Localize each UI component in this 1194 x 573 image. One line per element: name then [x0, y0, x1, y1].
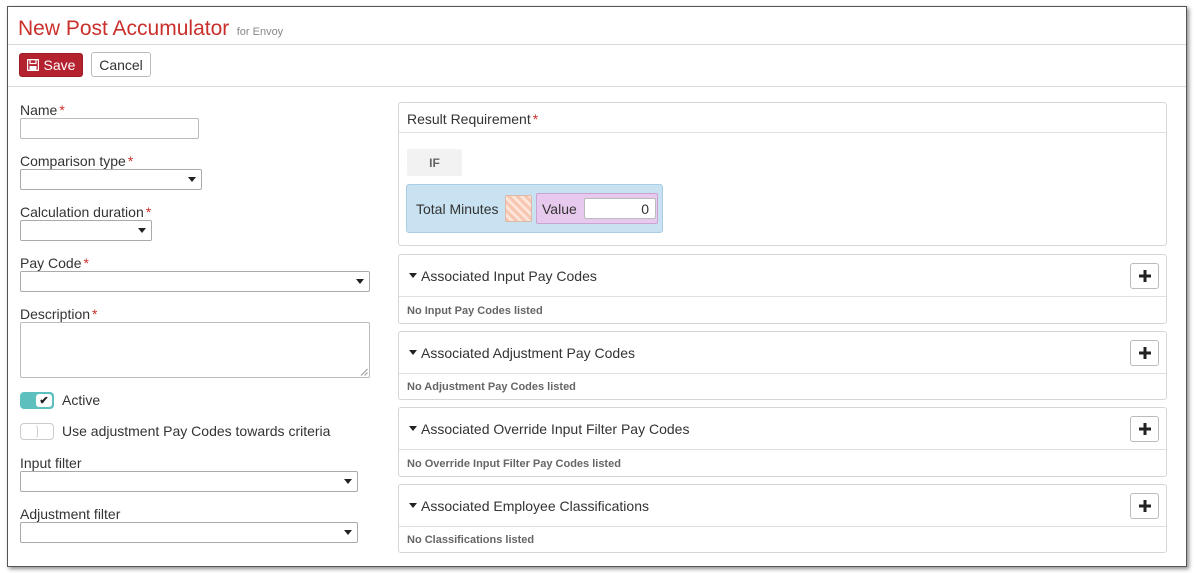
empty-message: No Adjustment Pay Codes listed [407, 381, 576, 393]
adjustment-filter-select[interactable] [20, 522, 358, 543]
caret-down-icon [409, 272, 417, 278]
panel-title[interactable]: Associated Override Input Filter Pay Cod… [409, 421, 689, 437]
panel-title[interactable]: Associated Employee Classifications [409, 498, 649, 514]
result-requirement-title-text: Result Requirement [407, 111, 531, 127]
condition-field-label: Total Minutes [416, 201, 499, 217]
save-button[interactable]: Save [19, 53, 83, 77]
toolbar: Save Cancel [8, 45, 1186, 87]
panel-header[interactable]: Associated Input Pay Codes [399, 255, 1166, 297]
condition-block[interactable]: Total Minutes Value 0 [406, 184, 663, 233]
result-requirement-header: Result Requirement * [399, 103, 1166, 133]
name-label-text: Name [20, 102, 58, 118]
chevron-down-icon [344, 479, 352, 484]
comparison-type-select[interactable] [20, 169, 202, 190]
empty-message: No Classifications listed [407, 534, 535, 546]
floppy-disk-icon [26, 59, 39, 71]
panel-header[interactable]: Associated Adjustment Pay Codes [399, 332, 1166, 374]
panel-title[interactable]: Associated Adjustment Pay Codes [409, 345, 635, 361]
add-input-pay-code-button[interactable] [1130, 263, 1159, 289]
chevron-down-icon [138, 228, 146, 233]
comparison-type-label-text: Comparison type [20, 153, 126, 169]
value-input[interactable]: 0 [584, 198, 656, 219]
comparison-type-label: Comparison type * [20, 153, 133, 169]
description-textarea[interactable] [20, 322, 370, 378]
panel-title-text: Associated Override Input Filter Pay Cod… [421, 421, 690, 437]
required-mark: * [532, 111, 539, 127]
caret-down-icon [409, 425, 417, 431]
chevron-down-icon [188, 177, 196, 182]
panel-title-text: Associated Employee Classifications [421, 498, 649, 514]
panel-title-text: Associated Input Pay Codes [421, 268, 597, 284]
panel-title[interactable]: Associated Input Pay Codes [409, 268, 597, 284]
panel-header[interactable]: Associated Override Input Filter Pay Cod… [399, 408, 1166, 450]
value-label: Value [542, 201, 577, 217]
if-block[interactable]: IF [407, 149, 462, 176]
caret-down-icon [409, 349, 417, 355]
page-title: New Post Accumulator [18, 17, 230, 40]
toggle-knob [22, 425, 38, 438]
pay-code-select[interactable] [20, 271, 370, 292]
name-label: Name * [20, 102, 65, 118]
active-toggle[interactable]: ✔ [20, 392, 54, 409]
add-classification-button[interactable] [1130, 493, 1159, 519]
pay-code-label-text: Pay Code [20, 255, 82, 271]
panel-title-text: Associated Adjustment Pay Codes [421, 345, 636, 361]
cancel-button[interactable]: Cancel [91, 52, 151, 77]
add-adjustment-pay-code-button[interactable] [1130, 340, 1159, 366]
input-filter-select[interactable] [20, 471, 358, 492]
page-subtitle: for Envoy [236, 26, 284, 38]
adjustment-filter-label: Adjustment filter [20, 506, 121, 522]
save-button-label: Save [43, 57, 76, 73]
empty-message: No Input Pay Codes listed [407, 305, 543, 317]
override-input-filter-panel: Associated Override Input Filter Pay Cod… [398, 407, 1167, 477]
panel-header[interactable]: Associated Employee Classifications [399, 485, 1166, 527]
use-adjustment-toggle[interactable] [20, 423, 54, 440]
calculation-duration-select[interactable] [20, 220, 152, 241]
calculation-duration-label-text: Calculation duration [20, 204, 144, 220]
title-bar: New Post Accumulator for Envoy [8, 7, 1186, 45]
plus-icon [1138, 270, 1151, 282]
description-label-text: Description [20, 306, 91, 322]
operator-slot[interactable] [505, 195, 532, 222]
adjustment-pay-codes-panel: Associated Adjustment Pay Codes No Adjus… [398, 331, 1167, 400]
description-label: Description * [20, 306, 97, 322]
add-override-pay-code-button[interactable] [1130, 416, 1159, 442]
value-block[interactable]: Value 0 [536, 193, 658, 224]
pay-code-label: Pay Code * [20, 255, 89, 271]
active-label: Active [62, 392, 101, 408]
required-mark: * [127, 153, 134, 169]
plus-icon [1138, 423, 1151, 435]
employee-classifications-panel: Associated Employee Classifications No C… [398, 484, 1167, 553]
chevron-down-icon [344, 530, 352, 535]
calculation-duration-label: Calculation duration * [20, 204, 151, 220]
resize-grip-icon[interactable] [360, 368, 368, 376]
input-filter-label: Input filter [20, 455, 82, 471]
required-mark: * [83, 255, 89, 271]
required-mark: * [92, 306, 98, 322]
checkmark-icon: ✔ [36, 394, 52, 407]
plus-icon [1138, 500, 1151, 512]
use-adjustment-label: Use adjustment Pay Codes towards criteri… [62, 423, 331, 439]
chevron-down-icon [356, 279, 364, 284]
result-requirement-title: Result Requirement * [407, 111, 538, 127]
empty-message: No Override Input Filter Pay Codes liste… [407, 458, 621, 470]
required-mark: * [145, 204, 152, 220]
dialog-window: New Post Accumulator for Envoy Save Canc… [7, 6, 1187, 567]
name-input[interactable] [20, 118, 199, 139]
plus-icon [1138, 347, 1151, 359]
input-pay-codes-panel: Associated Input Pay Codes No Input Pay … [398, 254, 1167, 324]
result-requirement-panel: Result Requirement * IF Total Minutes Val… [398, 102, 1167, 246]
caret-down-icon [409, 502, 417, 508]
required-mark: * [59, 102, 65, 118]
